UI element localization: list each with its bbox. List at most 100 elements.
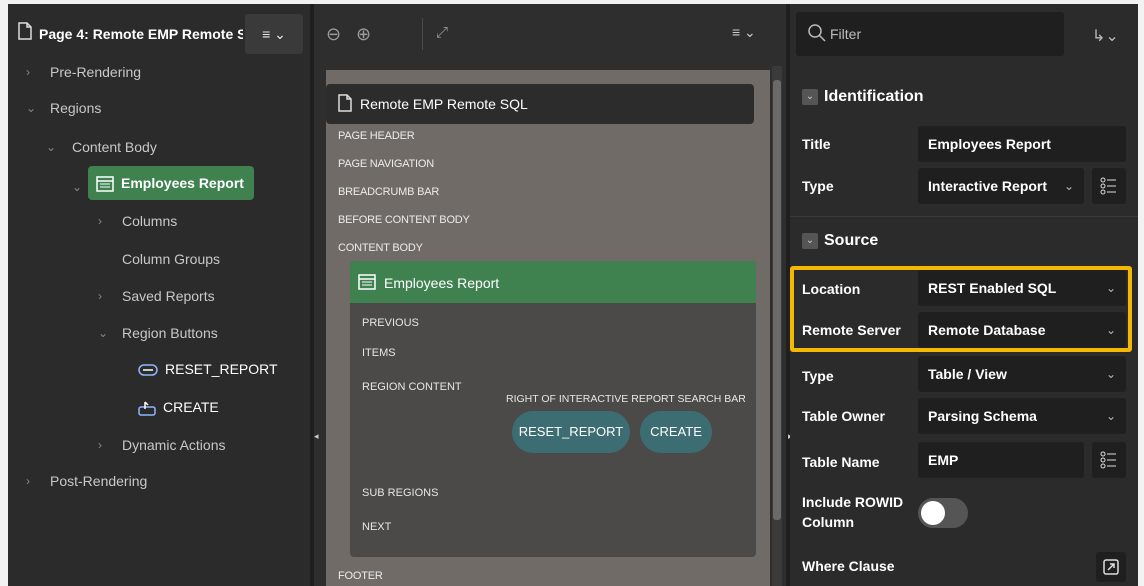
- tree-node-pre-rendering[interactable]: › Pre-Rendering: [26, 57, 141, 87]
- expand-icon[interactable]: ⤢: [436, 24, 448, 41]
- tree-node-region-buttons[interactable]: ⌄ Region Buttons: [98, 318, 218, 348]
- position-right-of-search-bar[interactable]: RIGHT OF INTERACTIVE REPORT SEARCH BAR: [506, 393, 746, 405]
- tree-node-saved-reports[interactable]: › Saved Reports: [98, 281, 215, 311]
- toggle-knob: [921, 501, 945, 525]
- search-icon: [808, 24, 826, 42]
- chevron-right-icon: ›: [26, 474, 30, 488]
- type-select[interactable]: Interactive Report ⌄: [918, 168, 1084, 204]
- chevron-down-icon: ⌄: [1063, 179, 1074, 193]
- chevron-right-icon: ›: [26, 65, 30, 79]
- include-rowid-label: Include ROWID: [802, 494, 904, 510]
- layout-toolbar: ⊖ ⊕ ⤢ ≡ ⌄: [314, 4, 786, 66]
- tree-node-label: Dynamic Actions: [122, 437, 226, 453]
- tree-node-dynamic-actions[interactable]: › Dynamic Actions: [98, 430, 225, 460]
- title-field[interactable]: Employees Report: [918, 126, 1126, 162]
- tree-node-label: Region Buttons: [122, 325, 218, 341]
- type-label: Type: [802, 178, 834, 194]
- tree-node-label: CREATE: [163, 399, 219, 415]
- zoom-out-icon[interactable]: ⊖: [326, 24, 341, 45]
- position-page-navigation[interactable]: PAGE NAVIGATION: [338, 158, 434, 170]
- table-name-label: Table Name: [802, 454, 880, 470]
- tree-node-post-rendering[interactable]: › Post-Rendering: [26, 466, 147, 496]
- chevron-down-icon: ⌄: [26, 101, 37, 115]
- section-divider: [790, 216, 1138, 217]
- tree-node-columns[interactable]: › Columns: [98, 206, 177, 236]
- position-content-body[interactable]: CONTENT BODY: [338, 242, 423, 254]
- where-clause-label: Where Clause: [802, 558, 895, 574]
- canvas-scrollbar[interactable]: [772, 66, 782, 586]
- region-header[interactable]: Employees Report: [350, 261, 756, 303]
- page-title: Page 4: Remote EMP Remote SQL: [39, 26, 243, 42]
- zoom-in-icon[interactable]: ⊕: [356, 24, 371, 45]
- collapse-toggle-icon[interactable]: ⌄: [802, 233, 818, 249]
- section-title: Source: [824, 232, 879, 249]
- tree-menu-button[interactable]: ≡ ⌄: [245, 14, 303, 54]
- hamburger-menu-icon: ≡ ⌄: [262, 26, 286, 42]
- tree-node-reset-report[interactable]: RESET_REPORT: [138, 354, 278, 384]
- list-button[interactable]: [1092, 442, 1126, 478]
- collapse-left-icon[interactable]: ◂: [314, 431, 320, 443]
- highlight-box: [790, 266, 1132, 352]
- scroll-thumb[interactable]: [773, 80, 781, 520]
- list-button[interactable]: [1092, 168, 1126, 204]
- tree-node-employees-report[interactable]: Employees Report: [88, 166, 254, 200]
- tree-node-label: Saved Reports: [122, 288, 215, 304]
- position-breadcrumb-bar[interactable]: BREADCRUMB BAR: [338, 186, 439, 198]
- tree-node-label: Post-Rendering: [50, 473, 148, 489]
- position-before-content-body[interactable]: BEFORE CONTENT BODY: [338, 214, 470, 226]
- filter-input[interactable]: [830, 20, 1050, 48]
- tree-node-label: Employees Report: [121, 175, 244, 191]
- table-owner-label: Table Owner: [802, 408, 885, 424]
- tree-node-label: Column Groups: [122, 251, 221, 267]
- position-page-header[interactable]: PAGE HEADER: [338, 130, 415, 142]
- chevron-right-icon: ›: [98, 214, 102, 228]
- position-sub-regions[interactable]: SUB REGIONS: [362, 487, 438, 499]
- chevron-down-icon: ⌄: [1105, 367, 1116, 381]
- code-editor-button[interactable]: [1096, 552, 1126, 582]
- create-button[interactable]: CREATE: [640, 411, 712, 453]
- toolbar-divider: [422, 18, 423, 50]
- page-bar[interactable]: Remote EMP Remote SQL: [326, 84, 754, 124]
- chevron-down-icon: ⌄: [98, 326, 109, 340]
- chevron-down-icon: ⌄: [1105, 409, 1116, 423]
- tree-node-column-groups[interactable]: Column Groups: [122, 244, 220, 274]
- page-icon: [18, 22, 32, 40]
- position-items[interactable]: ITEMS: [362, 347, 396, 359]
- layout-menu-icon[interactable]: ≡ ⌄: [732, 24, 756, 41]
- tree-node-content-body[interactable]: ⌄ Content Body: [46, 132, 157, 162]
- table-name-field[interactable]: EMP: [918, 442, 1084, 478]
- page-name: Remote EMP Remote SQL: [360, 96, 528, 112]
- page-icon: [338, 94, 352, 112]
- position-next[interactable]: NEXT: [362, 521, 391, 533]
- interactive-report-icon: [358, 274, 376, 290]
- tree-node-label: Pre-Rendering: [50, 64, 142, 80]
- tree-node-regions[interactable]: ⌄ Regions: [26, 93, 101, 123]
- region-employees-report[interactable]: Employees Report PREVIOUS ITEMS REGION C…: [350, 261, 756, 557]
- tree-node-label: RESET_REPORT: [165, 361, 278, 377]
- position-footer[interactable]: FOOTER: [338, 570, 383, 582]
- reset-report-button[interactable]: RESET_REPORT: [512, 411, 630, 453]
- source-type-select-value: Table / View: [928, 366, 1007, 382]
- position-previous[interactable]: PREVIOUS: [362, 317, 419, 329]
- chevron-right-icon: ›: [98, 438, 102, 452]
- open-editor-icon: [1103, 559, 1119, 575]
- region-title: Employees Report: [384, 275, 500, 291]
- list-icon: [1100, 451, 1116, 469]
- filter-box[interactable]: [796, 12, 1064, 56]
- position-region-content[interactable]: REGION CONTENT: [362, 381, 462, 393]
- include-rowid-label-cont: Column: [802, 514, 855, 530]
- section-identification[interactable]: ⌄ Identification: [790, 74, 1138, 122]
- table-owner-select[interactable]: Parsing Schema ⌄: [918, 398, 1126, 434]
- section-source[interactable]: ⌄ Source: [790, 218, 1138, 266]
- tree-node-create[interactable]: CREATE: [138, 392, 219, 422]
- go-to-group-icon[interactable]: ↳⌄: [1092, 26, 1119, 46]
- page-designer: Page 4: Remote EMP Remote SQL ≡ ⌄ › Pre-…: [8, 4, 1138, 586]
- table-owner-select-value: Parsing Schema: [928, 408, 1037, 424]
- chevron-down-icon: ⌄: [46, 140, 57, 154]
- source-type-select[interactable]: Table / View ⌄: [918, 356, 1126, 392]
- collapse-toggle-icon[interactable]: ⌄: [802, 89, 818, 105]
- chevron-down-icon: ⌄: [72, 180, 83, 194]
- include-rowid-toggle[interactable]: [918, 498, 968, 528]
- button-icon: [138, 364, 158, 377]
- tree-node-label: Columns: [122, 213, 178, 229]
